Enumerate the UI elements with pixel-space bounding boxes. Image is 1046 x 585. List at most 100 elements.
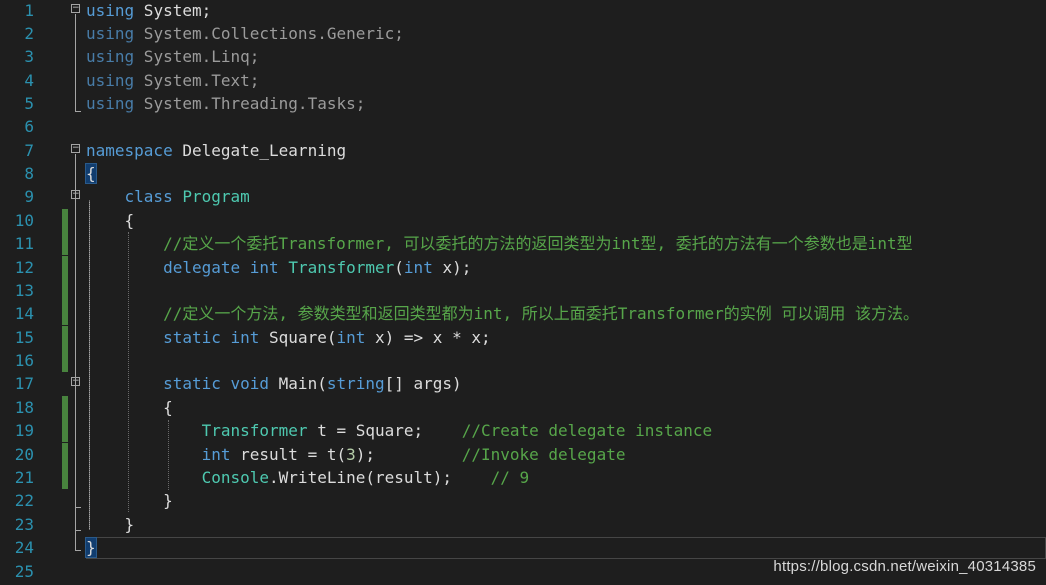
code-text: Square( (259, 328, 337, 347)
keyword: using (86, 47, 135, 66)
line-number: 19 (14, 421, 34, 440)
code-line[interactable]: 22 } (0, 489, 1046, 512)
matched-brace: } (85, 537, 97, 558)
line-number: 15 (14, 328, 34, 347)
keyword: void (230, 374, 270, 393)
code-text: t = Square; (307, 421, 462, 440)
indent-guide (89, 200, 90, 530)
change-marker (62, 209, 68, 233)
keyword: using (86, 94, 135, 113)
keyword: int (249, 258, 279, 277)
code-line[interactable]: 21 Console.WriteLine(result); // 9 (0, 466, 1046, 490)
code-line[interactable]: 20 int result = t(3); //Invoke delegate (0, 443, 1046, 467)
change-marker (62, 279, 68, 303)
line-number: 14 (14, 304, 34, 323)
comment: //Invoke delegate (461, 445, 626, 464)
line-number: 24 (14, 538, 34, 557)
watermark: https://blog.csdn.net/weixin_40314385 (773, 558, 1036, 575)
line-number: 4 (24, 71, 34, 90)
fold-guide-end (75, 530, 81, 531)
keyword: delegate (163, 258, 241, 277)
keyword: int (336, 328, 366, 347)
keyword: class (124, 187, 173, 206)
matched-brace: { (85, 163, 97, 184)
change-marker (62, 396, 68, 420)
code-text: { (86, 398, 173, 417)
keyword: namespace (86, 141, 173, 160)
line-number: 20 (14, 445, 34, 464)
line-number: 3 (24, 47, 34, 66)
keyword: static (163, 328, 221, 347)
line-number: 21 (14, 468, 34, 487)
comment: //Create delegate instance (461, 421, 713, 440)
line-number: 16 (14, 351, 34, 370)
line-number: 25 (14, 562, 34, 581)
line-number: 18 (14, 398, 34, 417)
code-line[interactable]: 15 static int Square(int x) => x * x; (0, 326, 1046, 350)
keyword: int (201, 445, 231, 464)
code-line[interactable]: 14 //定义一个方法, 参数类型和返回类型都为int, 所以上面委托Trans… (0, 302, 1046, 326)
code-text: ); (355, 445, 462, 464)
keyword: using (86, 71, 135, 90)
code-line[interactable]: 9 − class Program (0, 185, 1046, 208)
code-line[interactable]: 10 { (0, 209, 1046, 233)
indent-guide (128, 232, 129, 512)
code-line[interactable]: 17 − static void Main(string[] args) (0, 372, 1046, 395)
code-line[interactable]: 12 delegate int Transformer(int x); (0, 256, 1046, 280)
code-line[interactable]: 18 { (0, 396, 1046, 420)
code-text: { (86, 211, 135, 230)
line-number: 9 (24, 187, 34, 206)
code-text: x) => x * x; (365, 328, 491, 347)
collapse-icon[interactable]: − (71, 144, 80, 153)
code-line[interactable]: 5 using System.Threading.Tasks; (0, 92, 1046, 115)
code-text: System.Linq; (134, 47, 260, 66)
code-text: System.Collections.Generic; (134, 24, 404, 43)
code-line[interactable]: 6 (0, 115, 1046, 138)
line-number: 13 (14, 281, 34, 300)
code-line[interactable]: 8 { (0, 162, 1046, 185)
code-line[interactable]: 7 − namespace Delegate_Learning (0, 139, 1046, 162)
code-line[interactable]: 11 //定义一个委托Transformer, 可以委托的方法的返回类型为int… (0, 232, 1046, 256)
line-number: 23 (14, 515, 34, 534)
keyword: int (403, 258, 433, 277)
fold-guide-end (75, 111, 81, 112)
code-line[interactable]: 24 } (0, 536, 1046, 559)
code-line[interactable]: 13 (0, 279, 1046, 303)
code-line[interactable]: 4 using System.Text; (0, 69, 1046, 92)
change-marker (62, 326, 68, 350)
code-text: } (86, 515, 135, 534)
code-text: } (86, 491, 173, 510)
line-number: 7 (24, 141, 34, 160)
code-text: Main( (269, 374, 327, 393)
code-text: System; (134, 1, 212, 20)
code-line[interactable]: 16 (0, 349, 1046, 373)
collapse-icon[interactable]: − (71, 4, 80, 13)
change-marker (62, 466, 68, 490)
code-line[interactable]: 3 using System.Linq; (0, 45, 1046, 68)
type-name: Console (201, 468, 270, 487)
code-line[interactable]: 2 using System.Collections.Generic; (0, 22, 1046, 45)
code-line[interactable]: 1 − using System; (0, 0, 1046, 22)
code-text: Delegate_Learning (172, 141, 347, 160)
code-text: result = t( (230, 445, 347, 464)
code-text: [] args) (384, 374, 462, 393)
change-marker (62, 443, 68, 467)
code-text: System.Text; (134, 71, 260, 90)
code-editor[interactable]: 1 − using System; 2 using System.Collect… (0, 0, 1046, 585)
indent-guide (168, 420, 169, 490)
change-marker (62, 232, 68, 256)
code-line[interactable]: 23 } (0, 513, 1046, 536)
change-marker (62, 256, 68, 280)
comment: //定义一个方法, 参数类型和返回类型都为int, 所以上面委托Transfor… (163, 304, 919, 323)
keyword: string (326, 374, 385, 393)
code-text: .WriteLine(result); (269, 468, 491, 487)
code-line[interactable]: 19 Transformer t = Square; //Create dele… (0, 419, 1046, 443)
line-number: 10 (14, 211, 34, 230)
comment: // 9 (490, 468, 530, 487)
